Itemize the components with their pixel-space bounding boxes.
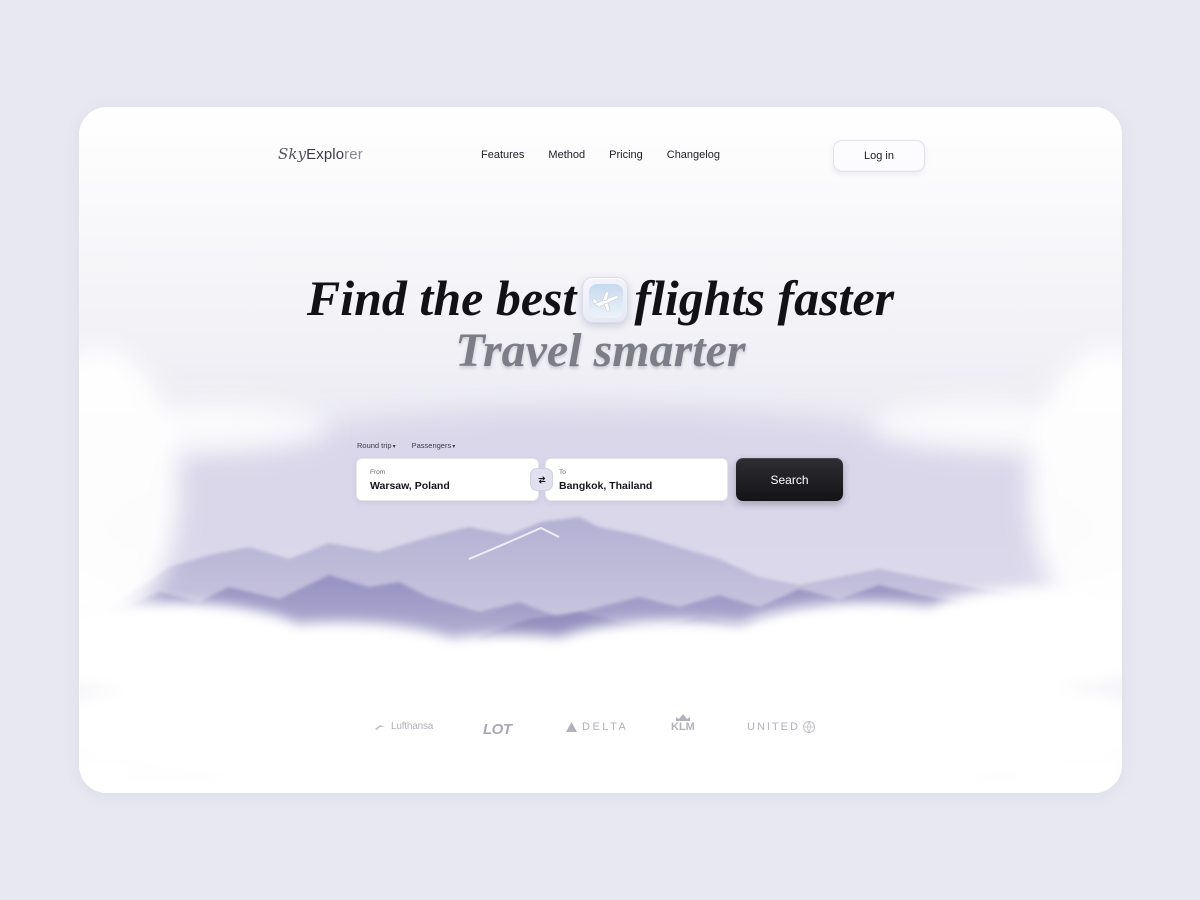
passengers-label: Passengers — [411, 441, 452, 450]
airline-logo-lot: LOT — [483, 721, 512, 738]
hero-card: SkyExplorer Features Method Pricing Chan… — [79, 107, 1122, 793]
airline-logo-united: UNITED — [747, 721, 815, 733]
airline-logo-lufthansa: Lufthansa — [374, 721, 433, 732]
trip-type-dropdown[interactable]: Round trip▾ — [357, 441, 396, 450]
headline-part-1: Find the best — [306, 270, 577, 326]
hero-headline: Find the best flights faster — [79, 273, 1122, 323]
mountain-cloud-background — [79, 107, 1122, 793]
brand-logo[interactable]: SkyExplorer — [278, 145, 363, 163]
crown-icon — [675, 714, 690, 721]
chevron-down-icon: ▾ — [452, 444, 456, 450]
to-field[interactable]: To Bangkok, Thailand — [545, 458, 728, 501]
from-label: From — [370, 469, 386, 476]
airline-logo-klm: KLM — [671, 713, 695, 733]
passengers-dropdown[interactable]: Passengers▾ — [412, 441, 456, 450]
trip-type-label: Round trip — [357, 441, 392, 450]
swap-button[interactable] — [530, 468, 553, 491]
chevron-down-icon: ▾ — [392, 444, 396, 450]
main-nav: Features Method Pricing Changelog — [481, 149, 744, 161]
swap-arrows-icon — [537, 475, 546, 484]
airplane-icon — [582, 276, 629, 323]
delta-triangle-icon — [566, 722, 577, 732]
airline-logo-delta: DELTA — [566, 721, 628, 733]
headline-part-2: flights faster — [634, 270, 895, 326]
nav-link-pricing[interactable]: Pricing — [609, 149, 643, 161]
globe-icon — [802, 721, 815, 733]
nav-link-method[interactable]: Method — [548, 149, 585, 161]
search-button[interactable]: Search — [736, 458, 843, 501]
to-label: To — [559, 469, 566, 476]
nav-link-changelog[interactable]: Changelog — [667, 149, 720, 161]
to-value: Bangkok, Thailand — [559, 480, 653, 492]
logo-sky: Sky — [278, 145, 307, 163]
nav-link-features[interactable]: Features — [481, 149, 524, 161]
hero-subheadline: Travel smarter — [455, 324, 746, 377]
login-button[interactable]: Log in — [833, 140, 925, 172]
crane-icon — [375, 724, 385, 730]
logo-rer: rer — [344, 146, 363, 163]
from-value: Warsaw, Poland — [370, 480, 450, 492]
search-options: Round trip▾ Passengers▾ — [357, 441, 455, 450]
logo-explo: Explo — [306, 146, 345, 163]
from-field[interactable]: From Warsaw, Poland — [356, 458, 539, 501]
